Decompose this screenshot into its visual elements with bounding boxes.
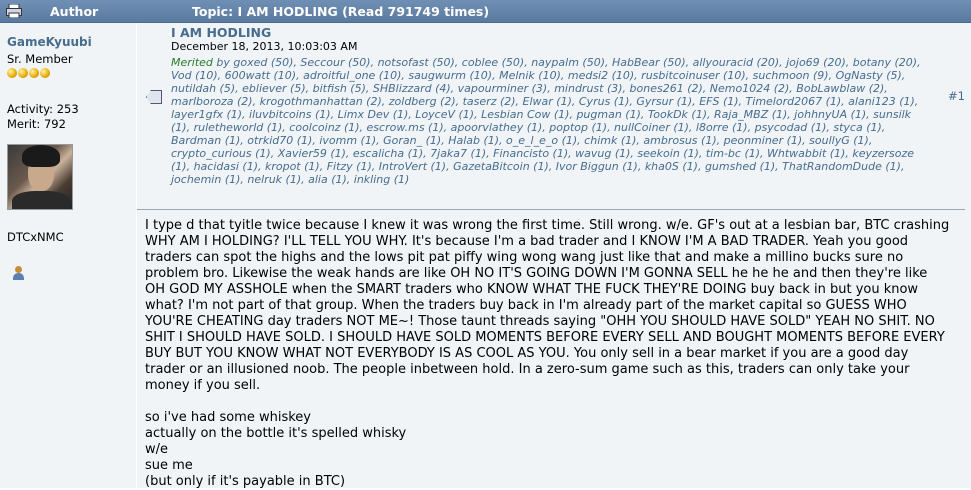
poster-activity: Activity: 253 bbox=[7, 102, 79, 116]
star-icon bbox=[18, 68, 28, 78]
star-icon bbox=[40, 68, 50, 78]
thread-header: Author Topic: I AM HODLING (Read 791749 … bbox=[0, 0, 971, 23]
post-line: so i've had some whiskey bbox=[145, 410, 311, 425]
printer-icon[interactable] bbox=[0, 4, 28, 18]
merited-label: Merited bbox=[171, 56, 213, 69]
personal-text: DTCxNMC bbox=[7, 230, 64, 244]
post-line: (but only if it's payable in BTC) bbox=[145, 474, 346, 489]
merited-by-list: Merited by goxed (50), Seccour (50), not… bbox=[171, 56, 931, 186]
poster-merit: Merit: 792 bbox=[7, 117, 66, 131]
post-line: w/e bbox=[145, 442, 169, 457]
poster-info: GameKyuubi Sr. Member Activity: 253 Meri… bbox=[0, 23, 137, 488]
profile-icon[interactable] bbox=[12, 266, 26, 282]
author-column-label: Author bbox=[50, 3, 99, 19]
post-date: December 18, 2013, 10:03:03 AM bbox=[171, 40, 358, 53]
poster-name[interactable]: GameKyuubi bbox=[7, 35, 136, 49]
merit-givers[interactable]: by goxed (50), Seccour (50), notsofast (… bbox=[171, 56, 921, 186]
star-icon bbox=[7, 68, 17, 78]
post-tag-icon bbox=[137, 23, 171, 208]
post-content: I AM HODLING December 18, 2013, 10:03:03… bbox=[137, 23, 971, 490]
rank-stars bbox=[7, 68, 136, 81]
topic-title: Topic: I AM HODLING (Read 791749 times) bbox=[192, 3, 490, 19]
post-title[interactable]: I AM HODLING bbox=[171, 26, 931, 39]
divider bbox=[137, 209, 965, 210]
post-row: GameKyuubi Sr. Member Activity: 253 Meri… bbox=[0, 23, 971, 490]
star-icon bbox=[29, 68, 39, 78]
post-line: sue me bbox=[145, 458, 193, 473]
post-line: actually on the bottle it's spelled whis… bbox=[145, 426, 407, 441]
avatar bbox=[7, 144, 73, 210]
post-body: I type d that tyitle twice because I kne… bbox=[145, 218, 950, 490]
post-number[interactable]: #1 bbox=[931, 23, 971, 208]
poster-rank: Sr. Member bbox=[7, 52, 73, 66]
post-paragraph: I type d that tyitle twice because I kne… bbox=[145, 218, 950, 393]
